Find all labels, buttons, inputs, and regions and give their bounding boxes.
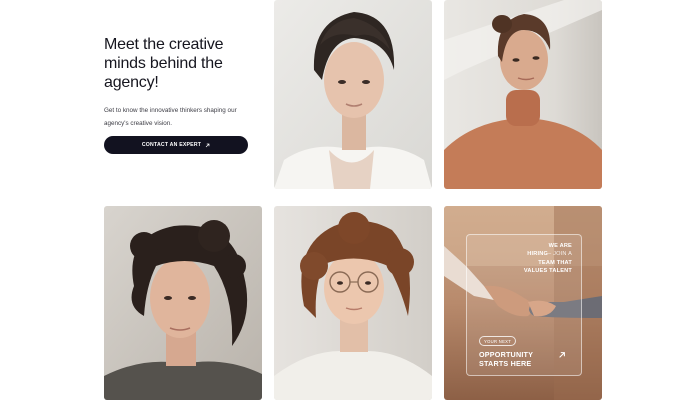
intro-description: Get to know the innovative thinkers shap…: [104, 107, 237, 127]
team-photo-card[interactable]: [104, 206, 262, 400]
page-headline: Meet the creative minds behind the agenc…: [104, 36, 224, 91]
arrow-up-right-icon: [205, 143, 210, 147]
team-photo-card[interactable]: [274, 206, 432, 400]
team-photo-card[interactable]: [444, 0, 602, 189]
team-photo-card[interactable]: [274, 0, 432, 189]
hiring-join-a: – JOIN A: [548, 251, 572, 258]
hiring-word: HIRING: [527, 251, 549, 258]
team-member-photo: [104, 206, 262, 400]
contact-expert-label: CONTACT AN EXPERT: [141, 142, 202, 148]
arrow-up-right-icon[interactable]: [558, 351, 566, 359]
your-next-badge: YOUR NEXT: [479, 336, 517, 346]
team-member-photo: [274, 206, 432, 400]
hiring-callout: WE ARE HIRING– JOIN A TEAM THAT VALUES T…: [502, 242, 572, 276]
contact-expert-button[interactable]: CONTACT AN EXPERT: [104, 136, 248, 154]
intro-section: Meet the creative minds behind the agenc…: [104, 35, 254, 130]
hiring-line-values: VALUES TALENT: [523, 268, 572, 275]
hiring-line-we-are: WE ARE: [548, 243, 572, 249]
team-member-photo: [274, 0, 432, 189]
hiring-card[interactable]: WE ARE HIRING– JOIN A TEAM THAT VALUES T…: [444, 206, 602, 400]
hiring-line-team: TEAM THAT: [538, 259, 572, 266]
hiring-line-hiring: HIRING– JOIN A: [502, 250, 572, 258]
opportunity-headline: OPPORTUNITY STARTS HERE: [479, 350, 533, 368]
team-member-photo: [444, 0, 602, 189]
